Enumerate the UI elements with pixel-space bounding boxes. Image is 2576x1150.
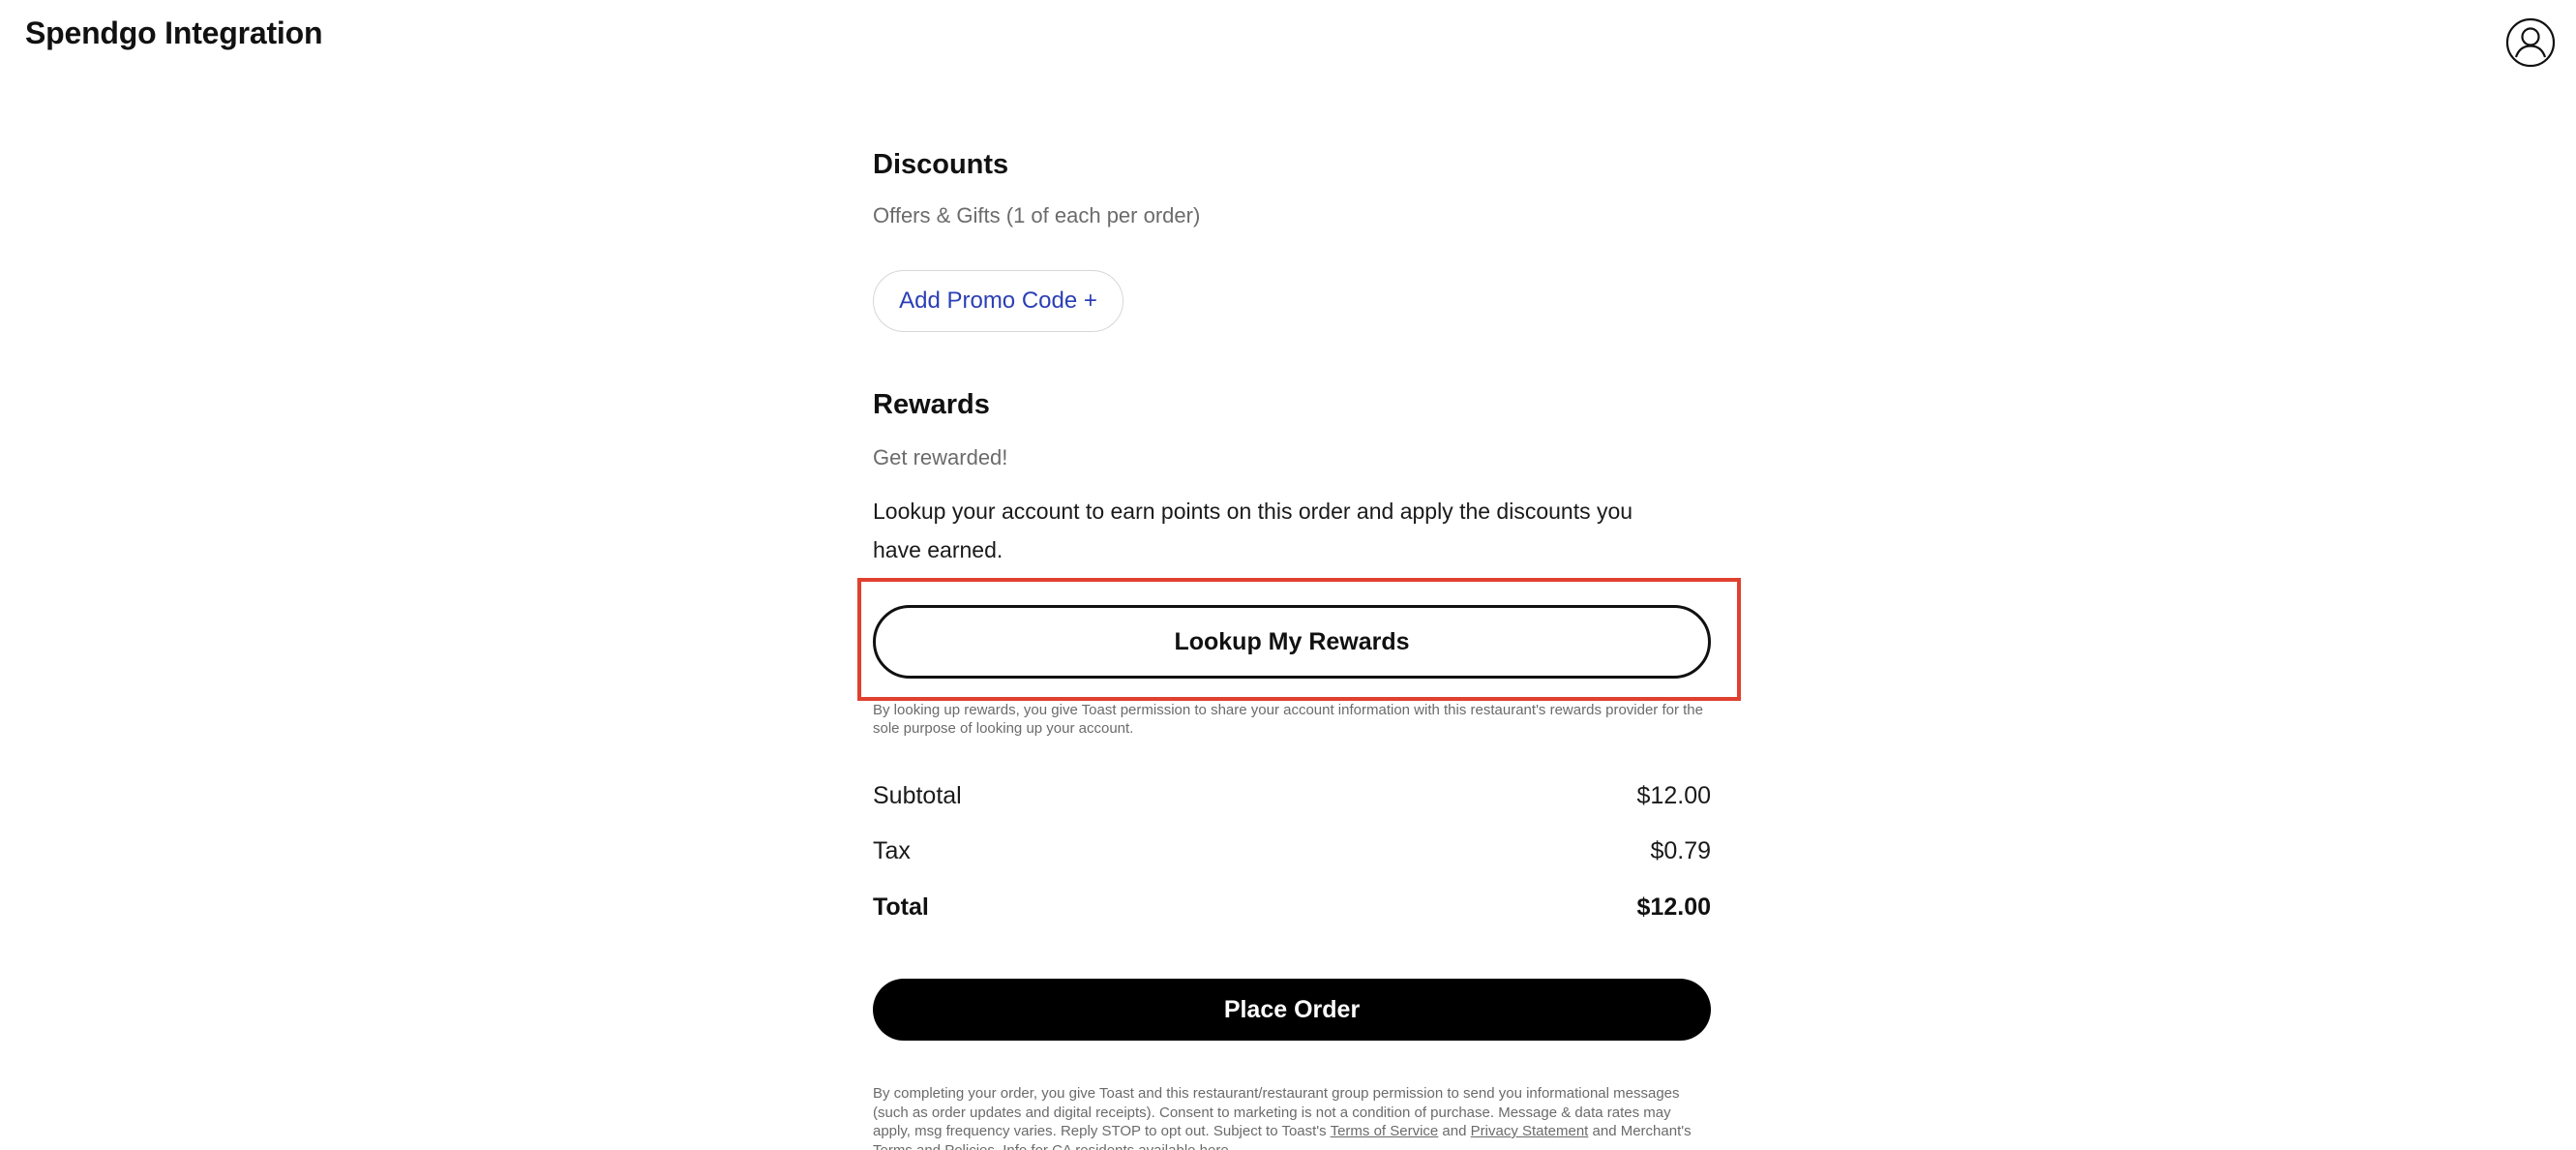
account-button[interactable] bbox=[2505, 17, 2556, 68]
tax-label: Tax bbox=[873, 837, 911, 864]
terms-of-service-link[interactable]: Terms of Service bbox=[1331, 1123, 1439, 1139]
user-circle-icon bbox=[2505, 17, 2556, 68]
privacy-statement-link[interactable]: Privacy Statement bbox=[1471, 1123, 1589, 1139]
tax-row: Tax $0.79 bbox=[873, 837, 1711, 865]
app-title: Spendgo Integration bbox=[25, 15, 323, 50]
legal-disclaimer: By completing your order, you give Toast… bbox=[873, 1084, 1711, 1150]
total-row: Total $12.00 bbox=[873, 893, 1711, 922]
add-promo-code-button[interactable]: Add Promo Code + bbox=[873, 270, 1123, 332]
lookup-rewards-button[interactable]: Lookup My Rewards bbox=[873, 605, 1711, 679]
subtotal-value: $12.00 bbox=[1636, 782, 1711, 809]
legal-text-and: and bbox=[1438, 1123, 1471, 1139]
rewards-description: Lookup your account to earn points on th… bbox=[873, 499, 1633, 562]
tax-value: $0.79 bbox=[1650, 837, 1711, 864]
rewards-subtitle: Get rewarded! bbox=[873, 445, 1008, 469]
discounts-heading: Discounts bbox=[873, 149, 1009, 180]
checkout-page: Spendgo Integration Discounts Offers & G… bbox=[0, 0, 2576, 1150]
discounts-subtitle: Offers & Gifts (1 of each per order) bbox=[873, 203, 1201, 227]
rewards-disclaimer: By looking up rewards, you give Toast pe… bbox=[873, 702, 1703, 737]
total-label: Total bbox=[873, 893, 929, 921]
total-value: $12.00 bbox=[1636, 893, 1711, 921]
place-order-button[interactable]: Place Order bbox=[873, 979, 1711, 1041]
subtotal-label: Subtotal bbox=[873, 782, 962, 809]
subtotal-row: Subtotal $12.00 bbox=[873, 782, 1711, 810]
rewards-heading: Rewards bbox=[873, 389, 990, 420]
